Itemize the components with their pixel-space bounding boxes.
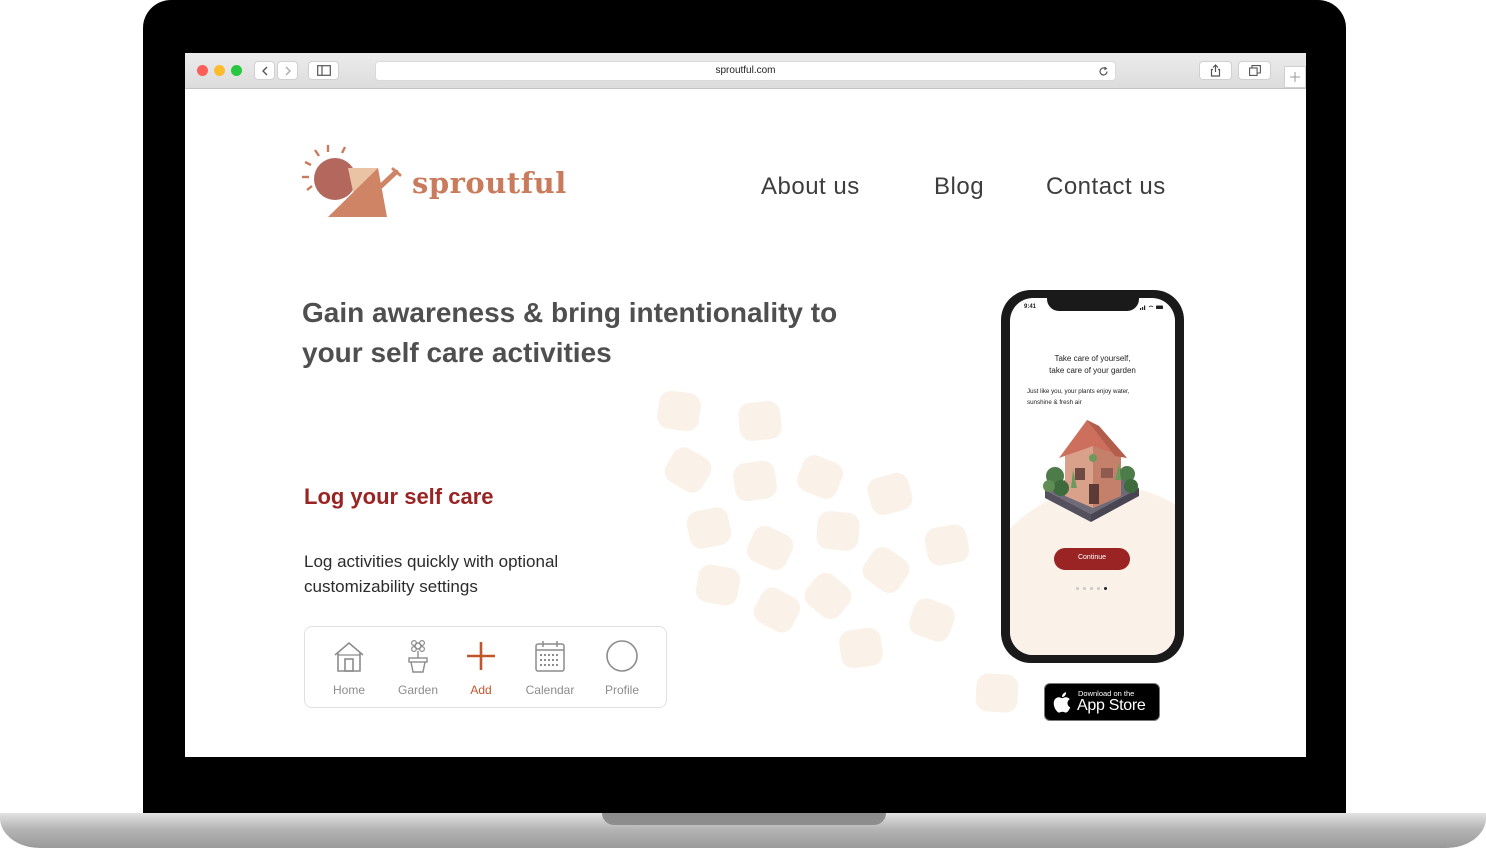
forward-button[interactable] — [277, 61, 298, 80]
decor-blob — [799, 567, 857, 625]
tab-profile-label: Profile — [604, 683, 639, 697]
page-indicator — [1076, 587, 1110, 591]
decor-blob — [923, 522, 971, 568]
nav-contact-us[interactable]: Contact us — [1046, 173, 1166, 201]
phone-body-line1: Just like you, your plants enjoy water, — [1027, 388, 1130, 395]
phone-body-line2: sunshine & fresh air — [1027, 398, 1082, 406]
decor-blob — [694, 562, 742, 608]
phone-notch — [1047, 298, 1139, 311]
zoom-window-button[interactable] — [231, 65, 242, 76]
plus-icon — [467, 642, 495, 670]
tab-home[interactable]: Home — [316, 639, 382, 697]
phone-screen: 9:41 Take care of yourself, take care of… — [1010, 298, 1175, 655]
decor-blob — [731, 459, 779, 503]
phone-title-line1: Take care of yourself, — [1054, 354, 1131, 363]
sidebar-button[interactable] — [308, 61, 339, 80]
reload-icon[interactable] — [1098, 66, 1109, 77]
decor-blob — [655, 389, 703, 433]
hero-headline-line1: Gain awareness & bring intentionality to — [302, 297, 838, 328]
bottom-tab-bar-preview: Home Garden Add Calendar Profile — [304, 626, 667, 708]
app-store-large-text: App Store — [1077, 697, 1146, 714]
status-icons — [1140, 305, 1163, 310]
page-dot — [1097, 587, 1100, 590]
tab-calendar-label: Calendar — [525, 683, 575, 697]
decor-blob — [737, 399, 783, 443]
tab-home-label: Home — [332, 683, 365, 697]
tab-profile[interactable]: Profile — [589, 639, 655, 697]
tab-add[interactable]: Add — [448, 639, 514, 697]
laptop-notch — [602, 813, 886, 825]
page-dot — [1076, 587, 1079, 590]
phone-title: Take care of yourself, take care of your… — [1010, 353, 1175, 377]
hero-headline: Gain awareness & bring intentionality to… — [302, 293, 862, 373]
decor-blob — [684, 505, 734, 551]
chevron-left-icon — [261, 66, 267, 75]
tabs-icon — [1248, 65, 1261, 76]
tab-calendar[interactable]: Calendar — [517, 639, 583, 697]
nav-about-us[interactable]: About us — [761, 173, 860, 201]
phone-title-line2: take care of your garden — [1049, 366, 1136, 375]
decor-blob — [742, 521, 798, 575]
chevron-right-icon — [285, 66, 291, 75]
feature-description: Log activities quickly with optional cus… — [304, 549, 604, 599]
feature-description-line1: Log activities quickly with optional — [304, 552, 559, 571]
feature-title: Log your self care — [304, 484, 494, 509]
close-window-button[interactable] — [197, 65, 208, 76]
decor-blob — [815, 510, 861, 552]
tabs-overview-button[interactable] — [1238, 61, 1271, 80]
minimize-window-button[interactable] — [214, 65, 225, 76]
tab-garden[interactable]: Garden — [385, 639, 451, 697]
sidebar-icon — [316, 65, 331, 76]
share-button[interactable] — [1199, 61, 1232, 80]
new-tab-button[interactable] — [1284, 66, 1306, 88]
phone-mockup: 9:41 Take care of yourself, take care of… — [1001, 290, 1184, 663]
decor-blob — [857, 542, 915, 598]
decor-blob — [660, 443, 716, 497]
status-time: 9:41 — [1024, 304, 1037, 310]
decor-blob — [749, 583, 805, 637]
calendar-icon — [535, 641, 565, 672]
url-text: sproutful.com — [715, 65, 776, 76]
house-icon — [334, 641, 364, 672]
garden-house-illustration — [1043, 420, 1139, 522]
apple-logo-icon — [1053, 692, 1071, 713]
page-dot — [1083, 587, 1086, 590]
phone-body: Just like you, your plants enjoy water, … — [1027, 387, 1167, 408]
hero-headline-line2: your self care activities — [302, 337, 612, 368]
brand-logo[interactable]: sproutful — [301, 144, 566, 219]
decor-blob — [793, 451, 847, 503]
decor-blob — [864, 470, 916, 518]
page-dot-active — [1104, 587, 1107, 590]
brand-name: sproutful — [412, 166, 567, 200]
nav-blog[interactable]: Blog — [934, 173, 984, 201]
watering-can-sun-icon — [302, 145, 402, 217]
browser-window: sproutful.com sproutful About us Blog Co… — [185, 53, 1306, 757]
back-button[interactable] — [254, 61, 275, 80]
circle-icon — [606, 640, 638, 672]
plus-icon — [1290, 72, 1300, 82]
decor-blob — [837, 626, 885, 670]
continue-button-label: Continue — [1077, 554, 1107, 561]
decor-blob — [905, 594, 959, 646]
tab-garden-label: Garden — [397, 683, 439, 697]
feature-description-line2: customizability settings — [304, 577, 478, 596]
address-bar[interactable]: sproutful.com — [375, 61, 1116, 81]
continue-button[interactable]: Continue — [1054, 548, 1130, 570]
app-store-badge[interactable]: Download on the App Store — [1044, 683, 1160, 721]
browser-toolbar: sproutful.com — [185, 53, 1306, 89]
decor-blob — [975, 672, 1019, 714]
page-dot — [1090, 587, 1093, 590]
tab-add-label: Add — [470, 683, 492, 697]
potted-plant-icon — [408, 639, 428, 673]
share-icon — [1210, 64, 1221, 77]
